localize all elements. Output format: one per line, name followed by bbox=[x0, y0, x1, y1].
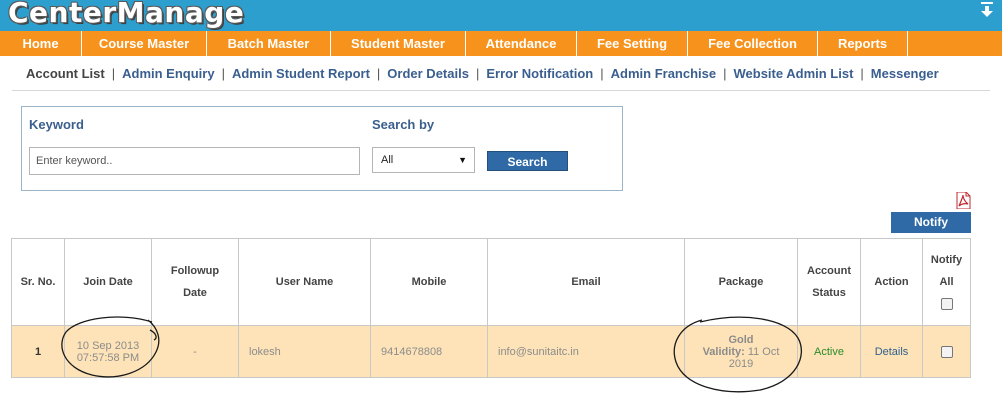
nav-batch-master[interactable]: Batch Master bbox=[207, 31, 331, 56]
subnav-separator: | bbox=[111, 66, 116, 81]
subnav-separator: | bbox=[723, 66, 727, 81]
notify-button[interactable]: Notify bbox=[891, 212, 971, 233]
col-email: Email bbox=[487, 238, 685, 326]
cell-email: info@sunitaitc.in bbox=[487, 325, 685, 378]
cell-user-name: lokesh bbox=[238, 325, 371, 378]
cell-mobile: 9414678808 bbox=[370, 325, 488, 378]
nav-fee-setting[interactable]: Fee Setting bbox=[577, 31, 688, 56]
col-notify-all: Notify All bbox=[922, 238, 971, 326]
col-notify-line1: Notify bbox=[930, 254, 963, 266]
cell-followup-date: - bbox=[151, 325, 239, 378]
notify-all-checkbox[interactable] bbox=[940, 298, 953, 311]
col-join-date: Join Date bbox=[64, 238, 152, 326]
row-notify-checkbox[interactable] bbox=[940, 345, 953, 358]
nav-home[interactable]: Home bbox=[0, 31, 82, 56]
cell-package: Gold Validity: 11 Oct 2019 bbox=[684, 325, 798, 378]
subnav-separator: | bbox=[600, 66, 604, 81]
app-logo[interactable]: CenterManage bbox=[8, 0, 244, 29]
col-action: Action bbox=[860, 238, 923, 326]
col-mobile: Mobile bbox=[370, 238, 488, 326]
dropdown-caret-icon: ▼ bbox=[458, 155, 467, 165]
validity-date-year: 2019 bbox=[728, 357, 754, 370]
validity-date-day: 11 Oct bbox=[747, 345, 780, 358]
search-panel: Keyword Search by All ▼ Search bbox=[21, 106, 623, 191]
cell-account-status[interactable]: Active bbox=[797, 325, 861, 378]
pdf-export-icon[interactable] bbox=[955, 192, 971, 209]
col-followup-date: Followup Date bbox=[151, 238, 239, 326]
col-followup-line2: Date bbox=[183, 287, 207, 299]
subnav-website-admin-list[interactable]: Website Admin List bbox=[734, 66, 854, 81]
join-date-day: 10 Sep 2013 bbox=[76, 339, 140, 352]
nav-reports[interactable]: Reports bbox=[818, 31, 908, 56]
nav-student-master[interactable]: Student Master bbox=[331, 31, 466, 56]
nav-attendance[interactable]: Attendance bbox=[466, 31, 577, 56]
col-package: Package bbox=[684, 238, 798, 326]
subnav-divider bbox=[12, 90, 990, 91]
subnav-admin-franchise[interactable]: Admin Franchise bbox=[611, 66, 716, 81]
subnav-order-details[interactable]: Order Details bbox=[387, 66, 469, 81]
subnav-separator: | bbox=[221, 66, 225, 81]
cell-notify bbox=[922, 325, 971, 378]
subnav-messenger[interactable]: Messenger bbox=[871, 66, 939, 81]
col-account-line1: Account bbox=[807, 265, 851, 277]
subnav-error-notification[interactable]: Error Notification bbox=[486, 66, 593, 81]
subnav-admin-student-report[interactable]: Admin Student Report bbox=[232, 66, 370, 81]
col-user-name: User Name bbox=[238, 238, 371, 326]
subnav-account-list[interactable]: Account List bbox=[26, 66, 105, 81]
subnav-separator: | bbox=[475, 66, 480, 81]
nav-fee-collection[interactable]: Fee Collection bbox=[688, 31, 818, 56]
package-name: Gold bbox=[728, 333, 754, 346]
table-header-row: Sr. No. Join Date Followup Date User Name… bbox=[11, 238, 971, 326]
col-account-status: Account Status bbox=[797, 238, 861, 326]
subnav-separator: | bbox=[860, 66, 864, 81]
search-by-selected-value: All bbox=[381, 154, 394, 166]
col-followup-line1: Followup bbox=[170, 265, 220, 277]
main-navigation: Home Course Master Batch Master Student … bbox=[0, 31, 1002, 56]
keyword-input[interactable] bbox=[29, 147, 360, 175]
table-row: 1 10 Sep 2013 07:57:58 PM - lokesh 941467… bbox=[11, 325, 971, 378]
cell-join-date: 10 Sep 2013 07:57:58 PM bbox=[64, 325, 152, 378]
search-button[interactable]: Search bbox=[487, 151, 568, 171]
account-table: Sr. No. Join Date Followup Date User Name… bbox=[11, 238, 971, 378]
details-link[interactable]: Details bbox=[860, 325, 923, 378]
nav-course-master[interactable]: Course Master bbox=[82, 31, 207, 56]
col-sr-no: Sr. No. bbox=[11, 238, 65, 326]
search-by-select[interactable]: All ▼ bbox=[372, 147, 475, 173]
col-account-line2: Status bbox=[812, 287, 846, 299]
keyword-label: Keyword bbox=[29, 117, 84, 132]
join-date-time: 07:57:58 PM bbox=[76, 351, 140, 364]
top-header: CenterManage bbox=[0, 0, 1002, 31]
sub-navigation: Account List | Admin Enquiry | Admin Student… bbox=[26, 66, 939, 82]
col-notify-line2: All bbox=[939, 276, 954, 288]
subnav-admin-enquiry[interactable]: Admin Enquiry bbox=[122, 66, 214, 81]
validity-label: Validity: bbox=[702, 345, 745, 358]
search-by-label: Search by bbox=[372, 117, 435, 132]
download-arrow-icon[interactable] bbox=[980, 2, 994, 18]
subnav-separator: | bbox=[376, 66, 381, 81]
cell-sr-no: 1 bbox=[11, 325, 65, 378]
